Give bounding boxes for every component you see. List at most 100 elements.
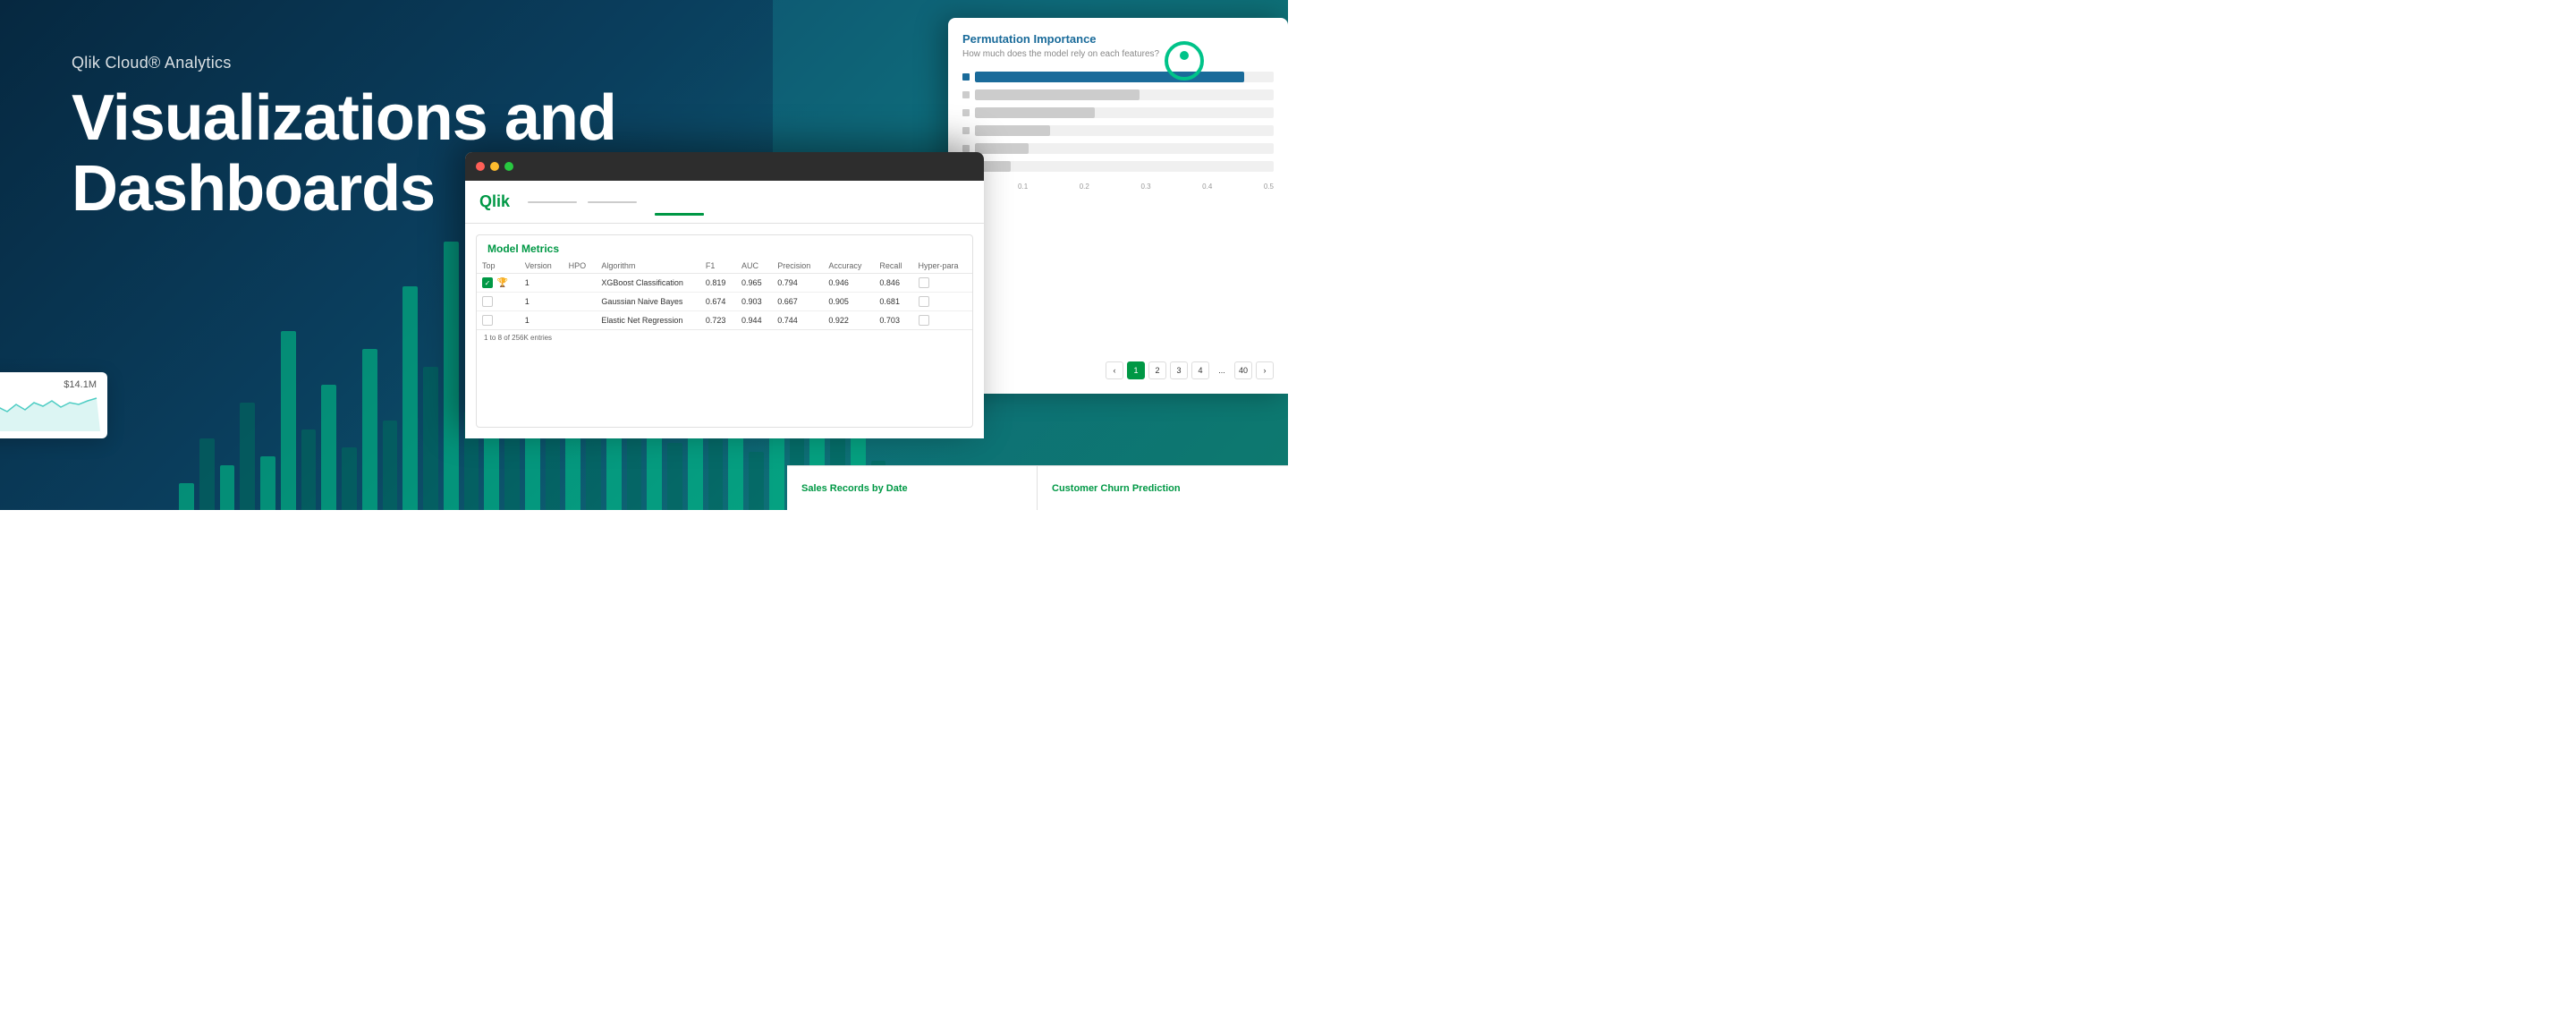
col-precision: Precision <box>772 259 823 274</box>
profit-chart <box>0 394 107 438</box>
cell-accuracy: 0.946 <box>823 274 874 293</box>
perm-bar-fill <box>975 107 1095 118</box>
hero-section: Qlik Cloud® Analytics Visualizations and… <box>0 0 1288 510</box>
chart-bar <box>749 452 764 510</box>
perm-bar-fill <box>975 125 1050 136</box>
hero-title-line2: Dashboards <box>72 153 435 225</box>
permutation-axis: 0 0.1 0.2 0.3 0.4 0.5 <box>962 179 1274 194</box>
perm-bar-label <box>962 145 970 152</box>
cell-checkbox[interactable] <box>477 311 520 330</box>
col-hpo: HPO <box>564 259 597 274</box>
cell-version: 1 <box>520 274 564 293</box>
perm-bar-fill <box>975 143 1029 154</box>
profit-widget: Profit $14.1M <box>0 372 107 438</box>
pagination-next[interactable]: › <box>1256 361 1274 379</box>
chart-bar <box>444 242 459 510</box>
col-version: Version <box>520 259 564 274</box>
cell-auc: 0.903 <box>736 293 772 311</box>
sales-records-panel: Sales Records by Date <box>787 465 1038 510</box>
perm-bar-label <box>962 73 970 81</box>
nav-tab-active[interactable] <box>655 213 704 216</box>
chart-bar <box>342 447 357 510</box>
cell-hpo <box>564 274 597 293</box>
permutation-bar-row <box>962 161 1274 172</box>
cell-accuracy: 0.905 <box>823 293 874 311</box>
col-hyper: Hyper-para <box>913 259 972 274</box>
col-accuracy: Accuracy <box>823 259 874 274</box>
chart-bar <box>281 331 296 510</box>
perm-bar-label <box>962 91 970 98</box>
perm-bar-label <box>962 109 970 116</box>
cell-hyper[interactable] <box>913 311 972 330</box>
col-auc: AUC <box>736 259 772 274</box>
pagination-prev[interactable]: ‹ <box>1106 361 1123 379</box>
cell-version: 1 <box>520 293 564 311</box>
profit-chart-svg <box>0 394 100 431</box>
table-row: 1 Gaussian Naive Bayes 0.674 0.903 0.667… <box>477 293 972 311</box>
chart-bar <box>321 385 336 510</box>
chart-bar <box>402 286 418 510</box>
cell-auc: 0.965 <box>736 274 772 293</box>
chart-bar <box>260 456 275 510</box>
cell-recall: 0.703 <box>874 311 912 330</box>
cell-accuracy: 0.922 <box>823 311 874 330</box>
permutation-bar-row <box>962 107 1274 118</box>
table-row: 1 Elastic Net Regression 0.723 0.944 0.7… <box>477 311 972 330</box>
col-f1: F1 <box>700 259 736 274</box>
perm-bar-container <box>975 107 1274 118</box>
profit-value: $14.1M <box>64 379 97 390</box>
pagination-dots: ... <box>1213 361 1231 379</box>
cell-version: 1 <box>520 311 564 330</box>
cell-recall: 0.681 <box>874 293 912 311</box>
col-recall: Recall <box>874 259 912 274</box>
pagination-page-1[interactable]: 1 <box>1127 361 1145 379</box>
perm-bar-container <box>975 161 1274 172</box>
cell-auc: 0.944 <box>736 311 772 330</box>
cell-recall: 0.846 <box>874 274 912 293</box>
cell-hyper[interactable] <box>913 274 972 293</box>
permutation-panel: Permutation Importance How much does the… <box>948 18 1288 394</box>
hero-title-line1: Visualizations and <box>72 82 616 154</box>
customer-churn-panel: Customer Churn Prediction <box>1038 465 1288 510</box>
cell-checkbox[interactable]: ✓ 🏆 <box>477 274 520 293</box>
table-header-row: Top Version HPO Algorithm F1 AUC Precisi… <box>477 259 972 274</box>
cell-algorithm: Elastic Net Regression <box>596 311 699 330</box>
cell-precision: 0.794 <box>772 274 823 293</box>
cell-hyper[interactable] <box>913 293 972 311</box>
profit-header: Profit $14.1M <box>0 372 107 394</box>
chart-bar <box>220 465 235 510</box>
bottom-bar: Sales Records by Date Customer Churn Pre… <box>787 465 1288 510</box>
qlik-logo: lik <box>1163 36 1234 88</box>
window-content: Model Metrics Top Version HPO Algorithm … <box>465 224 984 438</box>
chart-bar <box>240 403 255 510</box>
model-metrics-title: Model Metrics <box>477 235 972 259</box>
sales-records-title: Sales Records by Date <box>801 483 908 494</box>
pagination-page-2[interactable]: 2 <box>1148 361 1166 379</box>
chart-bar <box>199 438 215 510</box>
cell-algorithm: XGBoost Classification <box>596 274 699 293</box>
table-pagination: 1 to 8 of 256K entries <box>477 329 972 345</box>
pagination-last[interactable]: 40 <box>1234 361 1252 379</box>
perm-bar-container <box>975 89 1274 100</box>
cell-hpo <box>564 311 597 330</box>
cell-hpo <box>564 293 597 311</box>
chart-bar <box>504 434 520 510</box>
pagination-page-3[interactable]: 3 <box>1170 361 1188 379</box>
cell-checkbox[interactable] <box>477 293 520 311</box>
perm-bar-fill <box>975 89 1140 100</box>
perm-bar-container <box>975 125 1274 136</box>
hero-subtitle: Qlik Cloud® Analytics <box>72 54 616 72</box>
hero-text: Qlik Cloud® Analytics Visualizations and… <box>72 54 616 225</box>
chart-bar <box>362 349 377 510</box>
cell-f1: 0.819 <box>700 274 736 293</box>
cell-precision: 0.667 <box>772 293 823 311</box>
pagination-page-4[interactable]: 4 <box>1191 361 1209 379</box>
cell-f1: 0.674 <box>700 293 736 311</box>
customer-churn-title: Customer Churn Prediction <box>1052 483 1181 494</box>
hero-title: Visualizations and Dashboards <box>72 83 616 225</box>
col-algorithm: Algorithm <box>596 259 699 274</box>
chart-bar <box>667 443 682 510</box>
perm-bar-label <box>962 127 970 134</box>
metrics-table: Top Version HPO Algorithm F1 AUC Precisi… <box>477 259 972 329</box>
chart-bar <box>423 367 438 510</box>
